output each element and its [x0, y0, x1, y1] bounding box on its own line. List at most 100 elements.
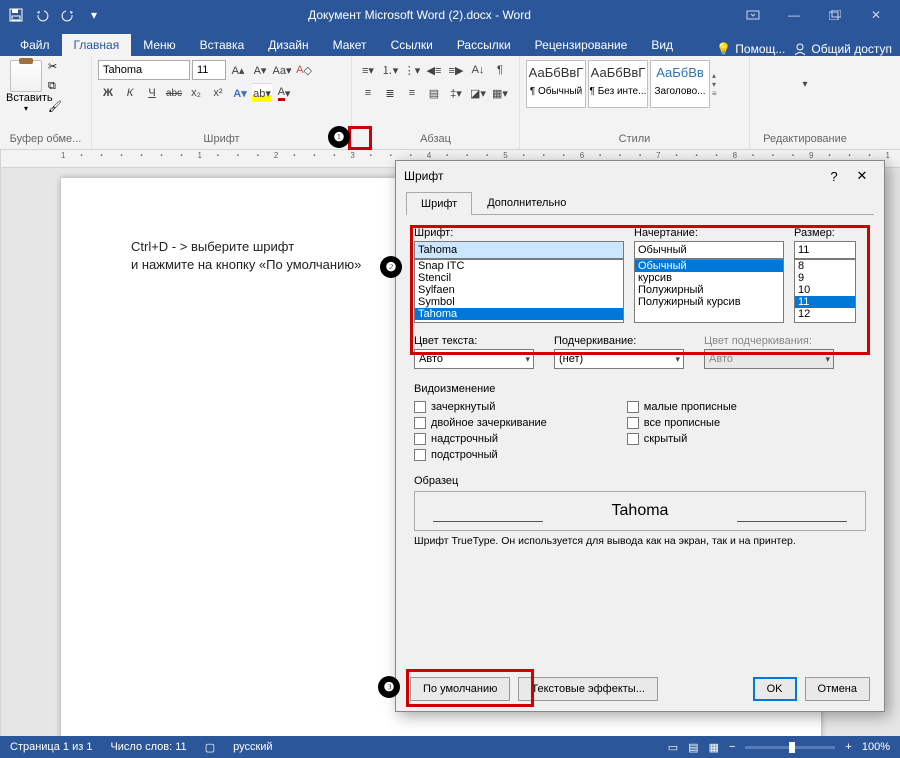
- tab-design[interactable]: Дизайн: [256, 34, 320, 56]
- text-effects-button[interactable]: Текстовые эффекты...: [518, 677, 658, 701]
- font-color-combo[interactable]: Авто: [414, 349, 534, 369]
- style-nospacing[interactable]: АаБбВвГ¶ Без инте...: [588, 60, 648, 108]
- chk-super[interactable]: надстрочный: [414, 433, 547, 445]
- share-button[interactable]: Общий доступ: [793, 42, 892, 56]
- list-item[interactable]: 12: [795, 308, 855, 320]
- subscript-icon[interactable]: x₂: [186, 83, 206, 103]
- tab-mailings[interactable]: Рассылки: [445, 34, 523, 56]
- close-icon[interactable]: ✕: [856, 0, 896, 30]
- styles-down-icon[interactable]: ▾: [712, 80, 726, 89]
- styles-up-icon[interactable]: ▴: [712, 71, 726, 80]
- bullets-icon[interactable]: ≡▾: [358, 60, 378, 80]
- dialog-close-icon[interactable]: ✕: [848, 168, 876, 184]
- status-words[interactable]: Число слов: 11: [110, 741, 186, 753]
- tab-home[interactable]: Главная: [62, 34, 132, 56]
- zoom-slider[interactable]: [745, 746, 835, 749]
- tab-layout[interactable]: Макет: [321, 34, 379, 56]
- font-color-icon[interactable]: A▾: [274, 83, 294, 103]
- cancel-button[interactable]: Отмена: [805, 677, 870, 701]
- list-item[interactable]: 11: [795, 296, 855, 308]
- line-spacing-icon[interactable]: ‡▾: [446, 83, 466, 103]
- dialog-tab-font[interactable]: Шрифт: [406, 192, 472, 215]
- zoom-in-icon[interactable]: +: [845, 741, 851, 753]
- underline-style-combo[interactable]: (нет): [554, 349, 684, 369]
- sort-icon[interactable]: A↓: [468, 60, 488, 80]
- tab-insert[interactable]: Вставка: [188, 34, 257, 56]
- chk-dblstrike[interactable]: двойное зачеркивание: [414, 417, 547, 429]
- style-normal[interactable]: АаБбВвГ¶ Обычный: [526, 60, 586, 108]
- list-item[interactable]: 9: [795, 272, 855, 284]
- align-right-icon[interactable]: ≡: [402, 83, 422, 103]
- list-item[interactable]: Sylfaen: [415, 284, 623, 296]
- redo-icon[interactable]: [56, 3, 80, 27]
- shrink-font-icon[interactable]: A▾: [250, 60, 270, 80]
- clear-format-icon[interactable]: A◇: [294, 60, 314, 80]
- undo-icon[interactable]: [30, 3, 54, 27]
- list-item[interactable]: Обычный: [635, 260, 783, 272]
- maximize-icon[interactable]: [815, 0, 855, 30]
- copy-icon[interactable]: ⧉: [48, 80, 68, 98]
- view-web-icon[interactable]: ▦: [709, 741, 719, 754]
- status-language[interactable]: русский: [233, 741, 272, 753]
- chk-strike[interactable]: зачеркнутый: [414, 401, 547, 413]
- numbering-icon[interactable]: ⒈▾: [380, 60, 400, 80]
- view-print-icon[interactable]: ▤: [688, 741, 698, 754]
- qat-dropdown-icon[interactable]: ▾: [82, 3, 106, 27]
- superscript-icon[interactable]: x²: [208, 83, 228, 103]
- styles-more-icon[interactable]: ≡: [712, 89, 726, 98]
- font-list[interactable]: Snap ITC Stencil Sylfaen Symbol Tahoma: [414, 259, 624, 323]
- font-field-input[interactable]: [414, 241, 624, 259]
- showmarks-icon[interactable]: ¶: [490, 60, 510, 80]
- change-case-icon[interactable]: Aa▾: [272, 60, 292, 80]
- list-item[interactable]: 8: [795, 260, 855, 272]
- style-list[interactable]: Обычный курсив Полужирный Полужирный кур…: [634, 259, 784, 323]
- multilevel-icon[interactable]: ⋮▾: [402, 60, 422, 80]
- format-painter-icon[interactable]: 🖌: [48, 100, 68, 118]
- minimize-icon[interactable]: —: [774, 0, 814, 30]
- view-read-icon[interactable]: ▭: [668, 741, 678, 754]
- shading-icon[interactable]: ◪▾: [468, 83, 488, 103]
- list-item[interactable]: Snap ITC: [415, 260, 623, 272]
- italic-button[interactable]: К: [120, 83, 140, 103]
- list-item[interactable]: Tahoma: [415, 308, 623, 320]
- status-page[interactable]: Страница 1 из 1: [10, 741, 92, 753]
- justify-icon[interactable]: ▤: [424, 83, 444, 103]
- decrease-indent-icon[interactable]: ◀≡: [424, 60, 444, 80]
- bold-button[interactable]: Ж: [98, 83, 118, 103]
- ok-button[interactable]: OK: [753, 677, 797, 701]
- chk-hidden[interactable]: скрытый: [627, 433, 737, 445]
- list-item[interactable]: курсив: [635, 272, 783, 284]
- list-item[interactable]: Symbol: [415, 296, 623, 308]
- chk-sub[interactable]: подстрочный: [414, 449, 547, 461]
- zoom-out-icon[interactable]: −: [729, 741, 735, 753]
- underline-button[interactable]: Ч: [142, 83, 162, 103]
- editing-button[interactable]: ▾: [756, 60, 854, 108]
- chk-smallcaps[interactable]: малые прописные: [627, 401, 737, 413]
- default-button[interactable]: По умолчанию: [410, 677, 510, 701]
- list-item[interactable]: Stencil: [415, 272, 623, 284]
- tab-view[interactable]: Вид: [639, 34, 685, 56]
- borders-icon[interactable]: ▦▾: [490, 83, 510, 103]
- increase-indent-icon[interactable]: ≡▶: [446, 60, 466, 80]
- tab-file[interactable]: Файл: [8, 34, 62, 56]
- text-effects-icon[interactable]: A▾: [230, 83, 250, 103]
- status-proofing-icon[interactable]: ▢: [205, 741, 215, 754]
- size-field-input[interactable]: [794, 241, 856, 259]
- dialog-tab-advanced[interactable]: Дополнительно: [472, 191, 581, 214]
- size-list[interactable]: 8 9 10 11 12: [794, 259, 856, 323]
- dialog-help-icon[interactable]: ?: [820, 169, 848, 184]
- paste-button[interactable]: Вставить ▾: [6, 60, 46, 118]
- tab-review[interactable]: Рецензирование: [523, 34, 640, 56]
- cut-icon[interactable]: ✂: [48, 60, 68, 78]
- style-heading1[interactable]: АаБбВвЗаголово...: [650, 60, 710, 108]
- align-center-icon[interactable]: ≣: [380, 83, 400, 103]
- list-item[interactable]: 10: [795, 284, 855, 296]
- tab-menu[interactable]: Меню: [131, 34, 187, 56]
- font-size-input[interactable]: [192, 60, 226, 80]
- style-field-input[interactable]: [634, 241, 784, 259]
- help-icon[interactable]: 💡 Помощ...: [716, 42, 785, 56]
- strike-button[interactable]: abc: [164, 83, 184, 103]
- font-name-input[interactable]: [98, 60, 190, 80]
- highlight-icon[interactable]: ab▾: [252, 83, 272, 103]
- list-item[interactable]: Полужирный: [635, 284, 783, 296]
